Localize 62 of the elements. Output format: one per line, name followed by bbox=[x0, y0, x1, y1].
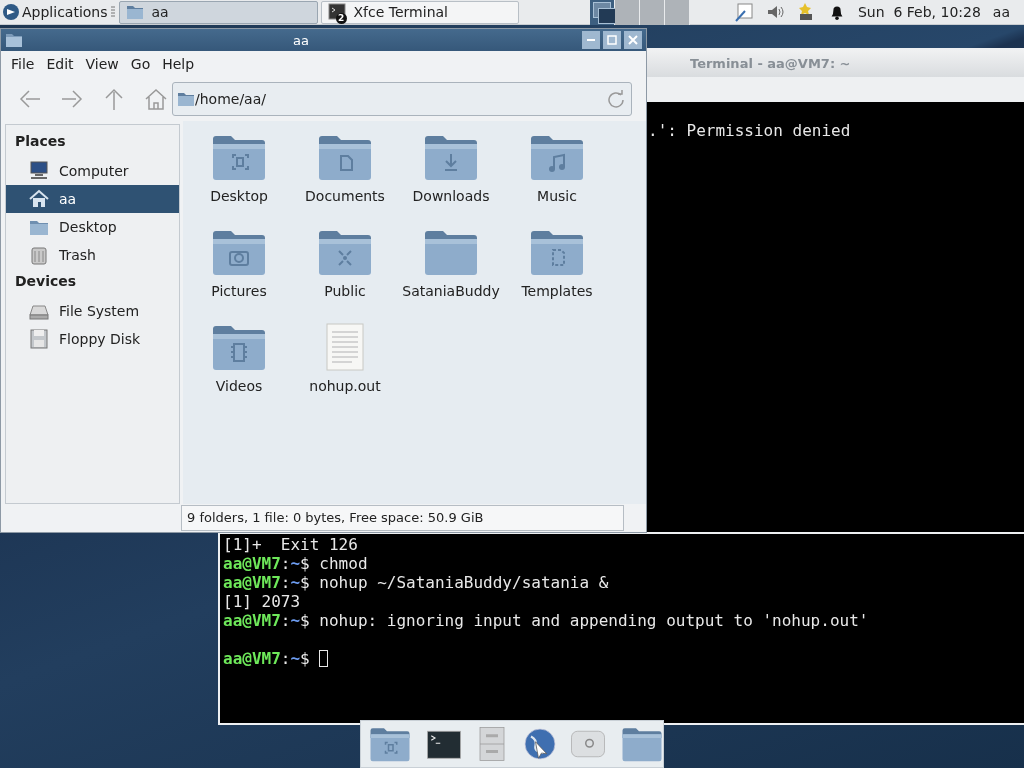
home-icon bbox=[28, 188, 50, 210]
folder-item[interactable]: Videos bbox=[186, 317, 292, 412]
reload-button[interactable] bbox=[607, 89, 627, 109]
user-name[interactable]: aa bbox=[992, 4, 1010, 20]
sidebar-item[interactable]: Computer bbox=[6, 157, 179, 185]
terminal-line: aa@VM7:~$ chmod bbox=[223, 554, 369, 573]
sidebar-item[interactable]: aa bbox=[6, 185, 179, 213]
folder-item[interactable]: SataniaBuddy bbox=[398, 222, 504, 317]
menu-item[interactable]: Edit bbox=[40, 54, 80, 74]
badge: 2 bbox=[335, 12, 347, 24]
folder-icon[interactable] bbox=[621, 725, 663, 763]
folder-item[interactable]: Music bbox=[504, 127, 610, 222]
folder-item[interactable]: Documents bbox=[292, 127, 398, 222]
location-field[interactable]: /home/aa/ bbox=[172, 82, 632, 116]
folder-icon[interactable] bbox=[369, 725, 411, 763]
clock-text[interactable]: Sun 6 Feb, 10:28 bbox=[857, 4, 981, 20]
sidebar-item[interactable]: File System bbox=[6, 297, 179, 325]
sidebar-item[interactable]: Trash bbox=[6, 241, 179, 269]
menu-item[interactable]: File bbox=[5, 54, 41, 74]
computer-icon bbox=[28, 160, 50, 182]
trash-icon bbox=[28, 244, 50, 266]
floppy-icon bbox=[28, 328, 50, 350]
sidebar-item[interactable]: Desktop bbox=[6, 213, 179, 241]
terminal-line: .': Permission denied bbox=[648, 121, 852, 140]
terminal-line: aa@VM7:~$ nohup ~/SataniaBuddy/satania & bbox=[223, 573, 610, 592]
terminal-icon bbox=[327, 3, 346, 21]
menu-item[interactable]: Help bbox=[156, 54, 201, 74]
minimize-button[interactable] bbox=[582, 31, 600, 49]
maximize-button[interactable] bbox=[603, 31, 621, 49]
folder-icon bbox=[177, 90, 195, 108]
maximize-icon bbox=[605, 33, 619, 47]
applications-menu-button[interactable]: Applications bbox=[0, 0, 110, 24]
terminal-line: [1] 2073 bbox=[223, 592, 302, 611]
reload-icon bbox=[607, 90, 625, 108]
folder-item[interactable]: Pictures bbox=[186, 222, 292, 317]
section-heading: Places bbox=[14, 132, 67, 151]
terminal-line: [1]+ Exit 126 bbox=[223, 535, 359, 554]
folder-icon bbox=[5, 31, 23, 49]
folder-icon bbox=[125, 3, 144, 21]
document-item[interactable]: nohup.out bbox=[292, 317, 398, 412]
folder-item[interactable]: Downloads bbox=[398, 127, 504, 222]
minimize-icon bbox=[586, 38, 596, 42]
section-heading: Devices bbox=[14, 272, 78, 291]
close-button[interactable] bbox=[624, 31, 642, 49]
home-icon bbox=[143, 86, 169, 112]
close-icon bbox=[626, 33, 640, 47]
folder-item[interactable]: Desktop bbox=[186, 127, 292, 222]
workspace-button[interactable] bbox=[589, 0, 615, 25]
folder-item[interactable]: Templates bbox=[504, 222, 610, 317]
taskbar-button[interactable]: aa bbox=[118, 0, 318, 24]
terminal-line: aa@VM7:~$ nohup: ignoring input and appending output to 'nohup.out' bbox=[223, 611, 870, 630]
taskbar-button[interactable]: 2 Xfce Terminal bbox=[320, 0, 519, 24]
folder-item[interactable]: Public bbox=[292, 222, 398, 317]
menu-item[interactable]: View bbox=[79, 54, 125, 74]
logo-icon bbox=[2, 3, 20, 21]
sidebar-item[interactable]: Floppy Disk bbox=[6, 325, 179, 353]
menu-item[interactable]: Go bbox=[124, 54, 157, 74]
window-title: aa bbox=[292, 32, 310, 48]
status-text: 9 folders, 1 file: 0 bytes, Free space: 50.9 GiB bbox=[181, 505, 624, 531]
terminal-line: aa@VM7:~$ bbox=[223, 649, 1024, 668]
workspace-button[interactable] bbox=[614, 0, 640, 25]
handle-icon[interactable] bbox=[109, 5, 116, 19]
